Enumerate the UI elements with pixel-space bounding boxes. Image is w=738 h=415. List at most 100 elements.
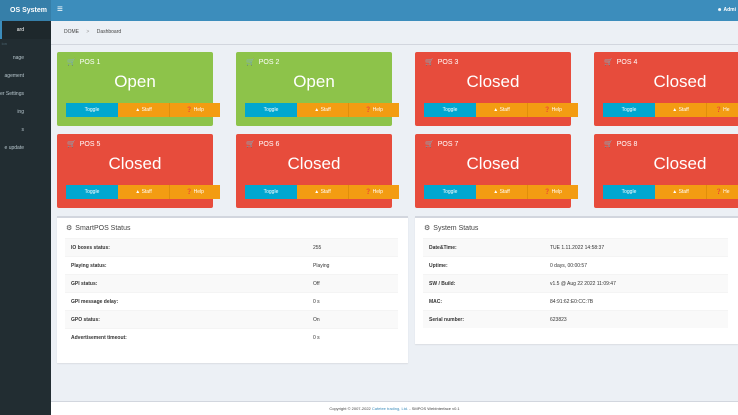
help-button[interactable]: ❓ Help (169, 185, 220, 199)
staff-button[interactable]: ▲ Staff (655, 103, 706, 117)
pos-title: POS 6 (258, 141, 280, 148)
staff-button[interactable]: ▲ Staff (118, 103, 169, 117)
help-button[interactable]: ❓ Help (527, 185, 578, 199)
help-icon: ❓ (715, 107, 722, 113)
breadcrumb-home[interactable]: DOME (64, 29, 79, 35)
cart-icon: 🛒 (67, 141, 76, 148)
pos-state: Open (293, 72, 335, 91)
sidebar-item-update[interactable]: e update (0, 139, 51, 157)
help-icon: ❓ (365, 189, 372, 195)
cart-icon: 🛒 (604, 59, 613, 66)
toggle-button[interactable]: Toggle (245, 185, 297, 199)
cart-icon: 🛒 (425, 141, 434, 148)
pos-box-7: 🛒 POS 7 Closed Toggle ▲ Staff ❓ Help (415, 134, 578, 208)
status-row: Date&Time: TUE 1.11.2022 14:58:37 (423, 238, 728, 256)
breadcrumb-current: Dashboard (96, 29, 122, 35)
help-icon: ❓ (186, 107, 193, 113)
help-icon: ❓ (186, 189, 193, 195)
panel-title: SmartPOS Status (75, 225, 131, 232)
pos-title: POS 5 (79, 141, 101, 148)
cart-icon: 🛒 (246, 59, 255, 66)
cart-icon: 🛒 (246, 141, 255, 148)
user-icon: ▲ (314, 189, 320, 195)
user-menu[interactable]: ☻ Admi (717, 0, 736, 21)
help-button[interactable]: ❓ Help (348, 185, 399, 199)
user-icon: ▲ (493, 189, 499, 195)
staff-button[interactable]: ▲ Staff (476, 185, 527, 199)
status-row: MAC: 84:91:62:E0:CC:7B (423, 292, 728, 310)
status-row: GPO status: On (65, 310, 398, 328)
sidebar-item-s[interactable]: s (0, 121, 51, 139)
staff-button[interactable]: ▲ Staff (476, 103, 527, 117)
gears-icon: ⚙ (424, 225, 431, 232)
staff-button[interactable]: ▲ Staff (655, 185, 706, 199)
toggle-button[interactable]: Toggle (603, 185, 655, 199)
help-icon: ❓ (544, 189, 551, 195)
status-row: SW / Build: v1.5 @ Aug 22 2022 11:09:47 (423, 274, 728, 292)
user-icon: ▲ (314, 107, 320, 113)
staff-button[interactable]: ▲ Staff (297, 103, 348, 117)
pos-box-2: 🛒 POS 2 Open Toggle ▲ Staff ❓ Help (236, 52, 399, 126)
pos-title: POS 2 (258, 59, 280, 66)
chevron-right-icon: > (86, 29, 90, 35)
user-icon: ▲ (672, 107, 678, 113)
pos-box-8: 🛒 POS 8 Closed Toggle ▲ Staff ❓ He (594, 134, 738, 208)
toggle-button[interactable]: Toggle (66, 185, 118, 199)
help-icon: ❓ (544, 107, 551, 113)
footer: Copyright © 2007-2022 Cafetee trading, L… (51, 401, 738, 415)
help-button[interactable]: ❓ Help (348, 103, 399, 117)
cart-icon: 🛒 (425, 59, 434, 66)
pos-box-1: 🛒 POS 1 Open Toggle ▲ Staff ❓ Help (57, 52, 220, 126)
toggle-button[interactable]: Toggle (424, 185, 476, 199)
cart-icon: 🛒 (67, 59, 76, 66)
help-button[interactable]: ❓ He (706, 103, 738, 117)
pos-title: POS 1 (79, 59, 101, 66)
panel-title: System Status (433, 225, 479, 232)
sidebar-item-log[interactable]: ing (0, 103, 51, 121)
status-row: Uptime: 0 days, 00:00:57 (423, 256, 728, 274)
pos-state: Closed (108, 154, 162, 173)
pos-box-6: 🛒 POS 6 Closed Toggle ▲ Staff ❓ Help (236, 134, 399, 208)
gears-icon: ⚙ (66, 225, 73, 232)
top-navbar: OS System ≡ ☻ Admi (0, 0, 738, 21)
cart-icon: 🛒 (604, 141, 613, 148)
footer-company-link[interactable]: Cafetee trading, Ltd. (372, 406, 408, 411)
help-button[interactable]: ❓ Help (527, 103, 578, 117)
brand-logo[interactable]: OS System (0, 0, 51, 21)
sidebar-item-dashboard[interactable]: ard (0, 21, 51, 39)
pos-state: Closed (466, 72, 520, 91)
user-icon: ☻ (717, 7, 723, 13)
smartpos-status-panel: ⚙ SmartPOS Status IO boxes status: 255 Pla… (57, 216, 408, 363)
pos-title: POS 3 (437, 59, 459, 66)
sidebar: ard ion nage agement ster Settings ing s… (0, 21, 51, 415)
toggle-button[interactable]: Toggle (66, 103, 118, 117)
toggle-button[interactable]: Toggle (603, 103, 655, 117)
status-row: GPI status: Off (65, 274, 398, 292)
sidebar-item-master-settings[interactable]: ster Settings (0, 85, 51, 103)
help-icon: ❓ (715, 189, 722, 195)
staff-button[interactable]: ▲ Staff (118, 185, 169, 199)
status-row: Serial number: 623823 (423, 310, 728, 328)
user-icon: ▲ (493, 107, 499, 113)
staff-button[interactable]: ▲ Staff (297, 185, 348, 199)
user-label: Admi (723, 7, 737, 13)
status-row: Playing status: Playing (65, 256, 398, 274)
pos-state: Closed (653, 72, 707, 91)
help-button[interactable]: ❓ Help (169, 103, 220, 117)
hamburger-icon[interactable]: ≡ (57, 4, 63, 16)
pos-state: Closed (287, 154, 341, 173)
toggle-button[interactable]: Toggle (424, 103, 476, 117)
pos-title: POS 8 (616, 141, 638, 148)
sidebar-item-manage[interactable]: nage (0, 49, 51, 67)
status-row: GPI message delay: 0 s (65, 292, 398, 310)
toggle-button[interactable]: Toggle (245, 103, 297, 117)
pos-state: Open (114, 72, 156, 91)
footer-copyright: Copyright © 2007-2022 (329, 406, 371, 411)
status-row: IO boxes status: 255 (65, 238, 398, 256)
pos-state: Closed (466, 154, 520, 173)
user-icon: ▲ (135, 189, 141, 195)
sidebar-item-management[interactable]: agement (0, 67, 51, 85)
help-button[interactable]: ❓ He (706, 185, 738, 199)
sidebar-section-header: ion (1, 41, 7, 46)
pos-box-3: 🛒 POS 3 Closed Toggle ▲ Staff ❓ Help (415, 52, 578, 126)
